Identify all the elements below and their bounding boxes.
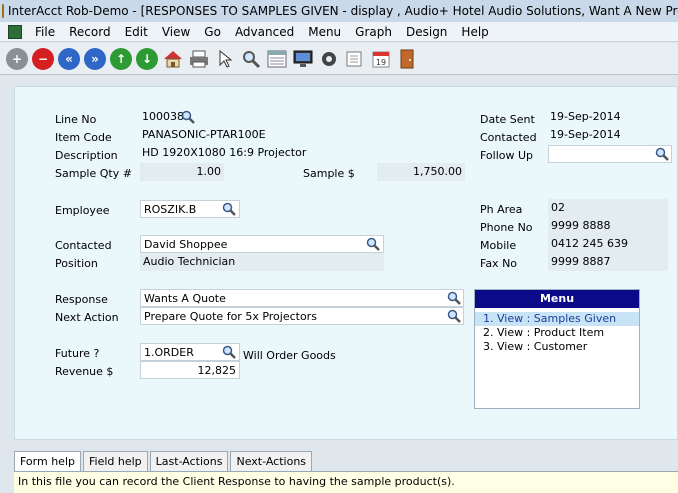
menu-file[interactable]: File [28, 25, 62, 39]
position-label: Position [55, 257, 98, 270]
search-icon[interactable] [240, 48, 262, 70]
mobile-label: Mobile [480, 239, 517, 252]
fax-no-label: Fax No [480, 257, 518, 270]
follow-up-label: Follow Up [480, 149, 534, 162]
employee-label: Employee [55, 204, 110, 217]
item-code-value: PANASONIC-PTAR100E [142, 128, 266, 141]
list-icon[interactable] [266, 48, 288, 70]
help-tabs: Form help Field help Last-Actions Next-A… [14, 451, 314, 471]
menu-item-customer[interactable]: 3. View : Customer [475, 340, 639, 354]
follow-up-lookup-icon[interactable] [655, 147, 669, 161]
help-text: In this file you can record the Client R… [14, 471, 678, 493]
response-label: Response [55, 293, 108, 306]
down-icon[interactable]: ↓ [136, 47, 158, 70]
description-label: Description [55, 149, 118, 162]
contacted-date-value: 19-Sep-2014 [550, 128, 621, 141]
monitor-icon[interactable] [292, 48, 314, 70]
home-icon[interactable] [162, 48, 184, 70]
sample-amount-value: 1,750.00 [377, 163, 465, 181]
title-bar: InterAcct Rob-Demo - [RESPONSES TO SAMPL… [0, 0, 678, 22]
app-menu-icon[interactable] [8, 24, 22, 39]
toolbar: + − « » ↑ ↓ 19 [0, 43, 678, 75]
menu-graph[interactable]: Graph [348, 25, 399, 39]
menu-edit[interactable]: Edit [118, 25, 155, 39]
next-action-label: Next Action [55, 311, 119, 324]
export-icon[interactable] [344, 48, 366, 70]
pointer-icon[interactable] [214, 48, 236, 70]
exit-door-icon[interactable] [396, 48, 418, 70]
contacted-date-label: Contacted [480, 131, 537, 144]
response-lookup-icon[interactable] [447, 291, 461, 305]
sample-amount-label: Sample $ [303, 167, 355, 180]
fax-no-value: 9999 8887 [548, 253, 668, 271]
svg-text:19: 19 [376, 58, 386, 67]
mobile-value: 0412 245 639 [548, 235, 668, 253]
description-value: HD 1920X1080 16:9 Projector [142, 146, 307, 159]
phone-no-value: 9999 8888 [548, 217, 668, 235]
menu-help[interactable]: Help [454, 25, 495, 39]
contacted-field[interactable]: David Shoppee [140, 235, 384, 253]
contacted-lookup-icon[interactable] [366, 237, 380, 251]
menu-bar: File Record Edit View Go Advanced Menu G… [0, 22, 678, 42]
first-record-icon[interactable]: « [58, 47, 80, 70]
line-no-lookup-icon[interactable] [181, 110, 195, 124]
future-label: Future ? [55, 347, 100, 360]
window-title: InterAcct Rob-Demo - [RESPONSES TO SAMPL… [8, 4, 678, 18]
employee-lookup-icon[interactable] [222, 202, 236, 216]
future-description: Will Order Goods [243, 349, 336, 362]
menu-view[interactable]: View [155, 25, 197, 39]
side-menu: Menu 1. View : Samples Given 2. View : P… [474, 289, 640, 409]
app-icon [2, 4, 4, 18]
menu-item-product-item[interactable]: 2. View : Product Item [475, 326, 639, 340]
tab-field-help[interactable]: Field help [82, 451, 148, 471]
next-action-field[interactable]: Prepare Quote for 5x Projectors [140, 307, 464, 325]
up-icon[interactable]: ↑ [110, 47, 132, 70]
line-no-field[interactable]: 100038 [142, 110, 184, 123]
ph-area-label: Ph Area [480, 203, 523, 216]
tab-next-actions[interactable]: Next-Actions [230, 451, 313, 471]
add-icon[interactable]: + [6, 47, 28, 70]
menu-go[interactable]: Go [197, 25, 228, 39]
side-menu-title: Menu [475, 290, 639, 308]
item-code-label: Item Code [55, 131, 112, 144]
delete-icon[interactable]: − [32, 47, 54, 70]
position-value: Audio Technician [140, 253, 384, 271]
contacted-label: Contacted [55, 239, 112, 252]
phone-no-label: Phone No [480, 221, 533, 234]
date-sent-value: 19-Sep-2014 [550, 110, 621, 123]
menu-menu[interactable]: Menu [301, 25, 348, 39]
ph-area-value: 02 [548, 199, 668, 217]
calendar-icon[interactable]: 19 [370, 48, 392, 70]
follow-up-field[interactable] [548, 145, 672, 163]
date-sent-label: Date Sent [480, 113, 535, 126]
menu-item-samples-given[interactable]: 1. View : Samples Given [475, 312, 639, 326]
menu-design[interactable]: Design [399, 25, 454, 39]
next-action-lookup-icon[interactable] [447, 309, 461, 323]
revenue-label: Revenue $ [55, 365, 114, 378]
last-record-icon[interactable]: » [84, 47, 106, 70]
sample-qty-value: 1.00 [140, 163, 224, 181]
print-icon[interactable] [188, 48, 210, 70]
future-lookup-icon[interactable] [222, 345, 236, 359]
menu-advanced[interactable]: Advanced [228, 25, 301, 39]
response-field[interactable]: Wants A Quote [140, 289, 464, 307]
tab-last-actions[interactable]: Last-Actions [149, 451, 229, 471]
line-no-label: Line No [55, 113, 97, 126]
tab-form-help[interactable]: Form help [14, 451, 81, 471]
menu-record[interactable]: Record [62, 25, 117, 39]
sample-qty-label: Sample Qty # [55, 167, 132, 180]
revenue-field[interactable]: 12,825 [140, 361, 240, 379]
settings-icon[interactable] [318, 48, 340, 70]
